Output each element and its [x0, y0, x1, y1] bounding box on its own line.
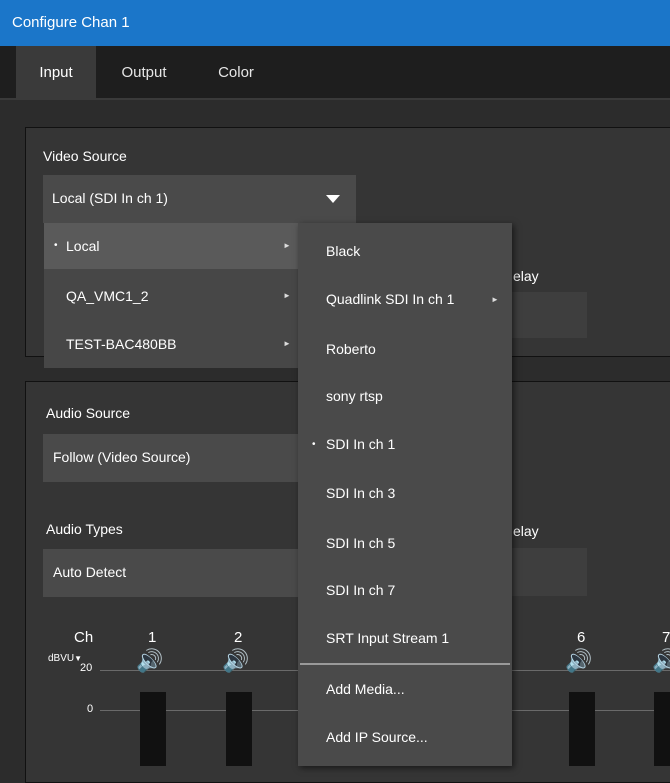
menu-item-label: Local: [66, 238, 100, 254]
channel-7-label: 7: [662, 629, 670, 646]
channel-2-label: 2: [234, 629, 243, 646]
caret-down-icon: [326, 195, 340, 203]
menu-item-quadlink[interactable]: Quadlink SDI In ch 1 ►: [298, 276, 512, 323]
video-source-value: Local (SDI In ch 1): [52, 190, 168, 206]
tab-input-label: Input: [39, 64, 73, 81]
chevron-right-icon: ►: [283, 241, 291, 250]
menu-item-label: SDI In ch 7: [326, 582, 396, 598]
title-bar: Configure Chan 1: [0, 0, 670, 46]
units-label: dBVU: [48, 653, 75, 664]
menu-item-label: sony rtsp: [326, 388, 383, 404]
meter-ch1: [140, 692, 166, 766]
audio-source-label: Audio Source: [46, 405, 131, 421]
menu-item-test-bac480bb[interactable]: TEST-BAC480BB ►: [44, 321, 299, 367]
chevron-right-icon: ►: [283, 339, 291, 348]
meter-ch7: [654, 692, 670, 766]
speaker-icon[interactable]: 🔊: [136, 648, 163, 674]
source-menu: • Local ► QA_VMC1_2 ► TEST-BAC480BB ►: [44, 223, 299, 368]
menu-item-sdi-in-ch7[interactable]: SDI In ch 7: [298, 567, 512, 614]
menu-item-label: Black: [326, 243, 361, 259]
meter-ch6: [569, 692, 595, 766]
menu-item-roberto[interactable]: Roberto: [298, 326, 512, 373]
video-delay-input[interactable]: [512, 292, 587, 338]
local-submenu: Black Quadlink SDI In ch 1 ► Roberto son…: [298, 223, 512, 766]
speaker-icon[interactable]: 🔊: [652, 648, 670, 674]
menu-item-label: TEST-BAC480BB: [66, 336, 177, 352]
tab-underline: [0, 98, 670, 100]
menu-item-sdi-in-ch5[interactable]: SDI In ch 5: [298, 520, 512, 567]
tab-output-label: Output: [121, 64, 167, 81]
speaker-icon[interactable]: 🔊: [565, 648, 592, 674]
menu-item-sdi-in-ch1[interactable]: • SDI In ch 1: [298, 421, 512, 468]
menu-item-black[interactable]: Black: [298, 228, 512, 275]
audio-delay-label: elay: [513, 523, 539, 539]
meter-ch2: [226, 692, 252, 766]
units-dropdown[interactable]: dBVU▼: [48, 653, 82, 664]
menu-item-label: Quadlink SDI In ch 1: [326, 291, 455, 307]
audio-source-value: Follow (Video Source): [53, 449, 191, 465]
tab-bar: Input Output Color: [0, 46, 670, 100]
menu-item-add-ip-source[interactable]: Add IP Source...: [298, 714, 512, 761]
video-source-label: Video Source: [43, 148, 127, 164]
menu-item-sony-rtsp[interactable]: sony rtsp: [298, 373, 512, 420]
tab-input[interactable]: Input: [16, 46, 96, 100]
menu-item-label: SDI In ch 5: [326, 535, 396, 551]
menu-item-sdi-in-ch3[interactable]: SDI In ch 3: [298, 470, 512, 517]
tab-color-label: Color: [218, 64, 254, 81]
menu-separator: [300, 663, 510, 665]
menu-item-label: SDI In ch 1: [326, 436, 396, 452]
audio-types-label: Audio Types: [46, 521, 123, 537]
menu-item-label: Add IP Source...: [326, 729, 428, 745]
menu-item-label: QA_VMC1_2: [66, 288, 149, 304]
menu-item-qa-vmc1-2[interactable]: QA_VMC1_2 ►: [44, 273, 299, 319]
scale-0: 0: [87, 703, 94, 715]
menu-item-label: Add Media...: [326, 681, 405, 697]
menu-item-srt-input-stream-1[interactable]: SRT Input Stream 1: [298, 615, 512, 662]
tab-output[interactable]: Output: [114, 46, 174, 100]
selected-bullet: •: [312, 439, 316, 450]
audio-source-dropdown[interactable]: Follow (Video Source): [43, 434, 298, 482]
menu-item-label: Roberto: [326, 341, 376, 357]
speaker-icon[interactable]: 🔊: [222, 648, 249, 674]
menu-item-label: SRT Input Stream 1: [326, 630, 450, 646]
menu-item-add-media[interactable]: Add Media...: [298, 666, 512, 713]
audio-types-value: Auto Detect: [53, 564, 127, 580]
window-title: Configure Chan 1: [12, 14, 130, 31]
channel-header-label: Ch: [74, 629, 94, 646]
channel-1-label: 1: [148, 629, 157, 646]
channel-6-label: 6: [577, 629, 586, 646]
video-source-dropdown[interactable]: Local (SDI In ch 1): [43, 175, 356, 223]
chevron-right-icon: ►: [283, 291, 291, 300]
selected-bullet: •: [54, 240, 58, 251]
audio-delay-input[interactable]: [512, 548, 587, 596]
tab-color[interactable]: Color: [210, 46, 262, 100]
audio-types-dropdown[interactable]: Auto Detect: [43, 549, 298, 597]
chevron-right-icon: ►: [491, 295, 499, 304]
scale-20: 20: [80, 662, 93, 674]
menu-item-label: SDI In ch 3: [326, 485, 396, 501]
video-delay-label: elay: [513, 268, 539, 284]
menu-item-local[interactable]: • Local ►: [44, 223, 299, 269]
